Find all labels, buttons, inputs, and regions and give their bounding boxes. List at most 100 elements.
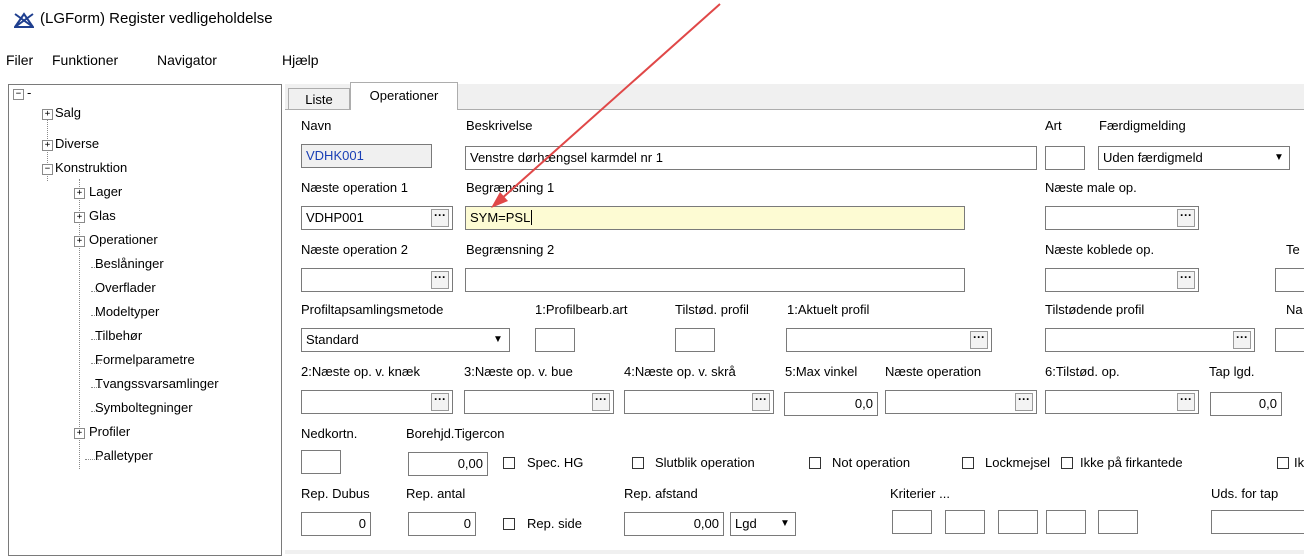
tree-item-konstruktion[interactable]: Konstruktion: [55, 160, 127, 175]
uds-label: Uds. for tap: [1211, 486, 1279, 501]
tree-item-glas[interactable]: Glas: [89, 208, 116, 223]
tree-item-palletyper[interactable]: Palletyper: [95, 448, 153, 463]
ikke-firkant-checkbox[interactable]: [1061, 457, 1073, 469]
lookup-ellipsis-icon[interactable]: ···: [1177, 209, 1195, 227]
rep-afstand-label: Rep. afstand: [624, 486, 698, 501]
rep-side-label: Rep. side: [527, 516, 582, 531]
lookup-ellipsis-icon[interactable]: ···: [1177, 271, 1195, 289]
tree-item-formelparametre[interactable]: Formelparametre: [95, 352, 195, 367]
menu-funktioner[interactable]: Funktioner: [52, 52, 118, 68]
lookup-ellipsis-icon[interactable]: ···: [752, 393, 770, 411]
uds-field[interactable]: [1211, 510, 1304, 534]
lookup-ellipsis-icon[interactable]: ···: [431, 209, 449, 227]
faerdigmelding-chevron-down-icon[interactable]: ▼: [1270, 147, 1288, 169]
tree-item-modeltyper[interactable]: Modeltyper: [95, 304, 159, 319]
tilstod-profil-label: Tilstød. profil: [675, 302, 749, 317]
lookup-ellipsis-icon[interactable]: ···: [431, 393, 449, 411]
tap-lgd-label: Tap lgd.: [1209, 364, 1255, 379]
expand-icon[interactable]: +: [74, 428, 85, 439]
tree-item-salg[interactable]: Salg: [55, 105, 81, 120]
menu-hjaelp[interactable]: Hjælp: [282, 52, 319, 68]
tilstod-op-field[interactable]: [1045, 390, 1199, 414]
tilstod-profil-field[interactable]: [675, 328, 715, 352]
tree-item-operationer[interactable]: Operationer: [89, 232, 158, 247]
navigator-tree[interactable]: − - + Salg + Diverse − Konstruktion + La…: [8, 84, 282, 556]
not-operation-checkbox[interactable]: [809, 457, 821, 469]
beskrivelse-label: Beskrivelse: [466, 118, 533, 133]
profilbearb-label: 1:Profilbearb.art: [535, 302, 628, 317]
collapse-icon[interactable]: −: [13, 89, 24, 100]
rep-side-checkbox[interactable]: [503, 518, 515, 530]
profilbearb-field[interactable]: [535, 328, 575, 352]
expand-icon[interactable]: +: [74, 188, 85, 199]
tree-item-diverse[interactable]: Diverse: [55, 136, 99, 151]
lookup-ellipsis-icon[interactable]: ···: [970, 331, 988, 349]
rep-afstand-field[interactable]: 0,00: [624, 512, 724, 536]
collapse-icon[interactable]: −: [42, 164, 53, 175]
faerdigmelding-value: Uden færdigmeld: [1103, 150, 1203, 165]
beskrivelse-field[interactable]: Venstre dørhængsel karmdel nr 1: [465, 146, 1037, 170]
kriterie-field-1[interactable]: [892, 510, 932, 534]
tilstod-op-label: 6:Tilstød. op.: [1045, 364, 1120, 379]
navn-field[interactable]: VDHK001: [301, 144, 432, 168]
skra-label: 4:Næste op. v. skrå: [624, 364, 736, 379]
tilstodende-profil-field[interactable]: [1045, 328, 1255, 352]
tree-item-beslaaninger[interactable]: Beslåninger: [95, 256, 164, 271]
naeste-op2-label: Næste operation 2: [301, 242, 408, 257]
tab-liste[interactable]: Liste: [288, 88, 350, 109]
lookup-ellipsis-icon[interactable]: ···: [1233, 331, 1251, 349]
tree-item-profiler[interactable]: Profiler: [89, 424, 130, 439]
tree-item-tilbehoer[interactable]: Tilbehør: [95, 328, 142, 343]
naeste-male-field[interactable]: [1045, 206, 1199, 230]
slutblik-checkbox[interactable]: [632, 457, 644, 469]
profil-metode-label: Profiltapsamlingsmetode: [301, 302, 444, 317]
rep-antal-field[interactable]: 0: [408, 512, 476, 536]
na-field[interactable]: [1275, 328, 1304, 352]
kriterie-field-4[interactable]: [1046, 510, 1086, 534]
borehjd-field[interactable]: 0,00: [408, 452, 488, 476]
max-vinkel-label: 5:Max vinkel: [785, 364, 858, 379]
menu-navigator[interactable]: Navigator: [157, 52, 217, 68]
ik-checkbox[interactable]: [1277, 457, 1289, 469]
lookup-ellipsis-icon[interactable]: ···: [431, 271, 449, 289]
te-field[interactable]: [1275, 268, 1304, 292]
aktuelt-profil-field[interactable]: [786, 328, 992, 352]
lookup-ellipsis-icon[interactable]: ···: [592, 393, 610, 411]
art-field[interactable]: [1045, 146, 1085, 170]
tree-item-overflader[interactable]: Overflader: [95, 280, 156, 295]
spec-hg-checkbox[interactable]: [503, 457, 515, 469]
kriterie-field-2[interactable]: [945, 510, 985, 534]
expand-icon[interactable]: +: [42, 109, 53, 120]
expand-icon[interactable]: +: [74, 212, 85, 223]
kriterie-field-5[interactable]: [1098, 510, 1138, 534]
lookup-ellipsis-icon[interactable]: ···: [1177, 393, 1195, 411]
window-title: (LGForm) Register vedligeholdelse: [40, 10, 273, 27]
tree-root[interactable]: -: [27, 85, 31, 100]
profil-metode-chevron-down-icon[interactable]: ▼: [489, 329, 507, 351]
kriterie-field-3[interactable]: [998, 510, 1038, 534]
nedkortn-field[interactable]: [301, 450, 341, 474]
lockmejsel-checkbox[interactable]: [962, 457, 974, 469]
rep-dubus-field[interactable]: 0: [301, 512, 371, 536]
max-vinkel-field[interactable]: 0,0: [784, 392, 878, 416]
begr2-field[interactable]: [465, 268, 965, 292]
te-label: Te: [1286, 242, 1300, 257]
lgd-chevron-down-icon[interactable]: ▼: [776, 513, 794, 535]
naeste-koblede-field[interactable]: [1045, 268, 1199, 292]
menu-filer[interactable]: Filer: [6, 52, 33, 68]
slutblik-label: Slutblik operation: [655, 455, 755, 470]
profil-metode-dropdown[interactable]: Standard: [301, 328, 510, 352]
tree-item-tvangssvarsamlinger[interactable]: Tvangssvarsamlinger: [95, 376, 219, 391]
expand-icon[interactable]: +: [74, 236, 85, 247]
tab-operationer[interactable]: Operationer: [350, 82, 458, 110]
lookup-ellipsis-icon[interactable]: ···: [1015, 393, 1033, 411]
tap-lgd-field[interactable]: 0,0: [1210, 392, 1282, 416]
begr1-field[interactable]: SYM=PSL: [465, 206, 965, 230]
lgd-value: Lgd: [735, 516, 757, 531]
menu-bar: Filer Funktioner Navigator Hjælp: [0, 52, 1304, 74]
naeste-koblede-label: Næste koblede op.: [1045, 242, 1155, 257]
faerdigmelding-dropdown[interactable]: Uden færdigmeld: [1098, 146, 1290, 170]
tree-item-lager[interactable]: Lager: [89, 184, 122, 199]
tree-item-symboltegninger[interactable]: Symboltegninger: [95, 400, 193, 415]
expand-icon[interactable]: +: [42, 140, 53, 151]
